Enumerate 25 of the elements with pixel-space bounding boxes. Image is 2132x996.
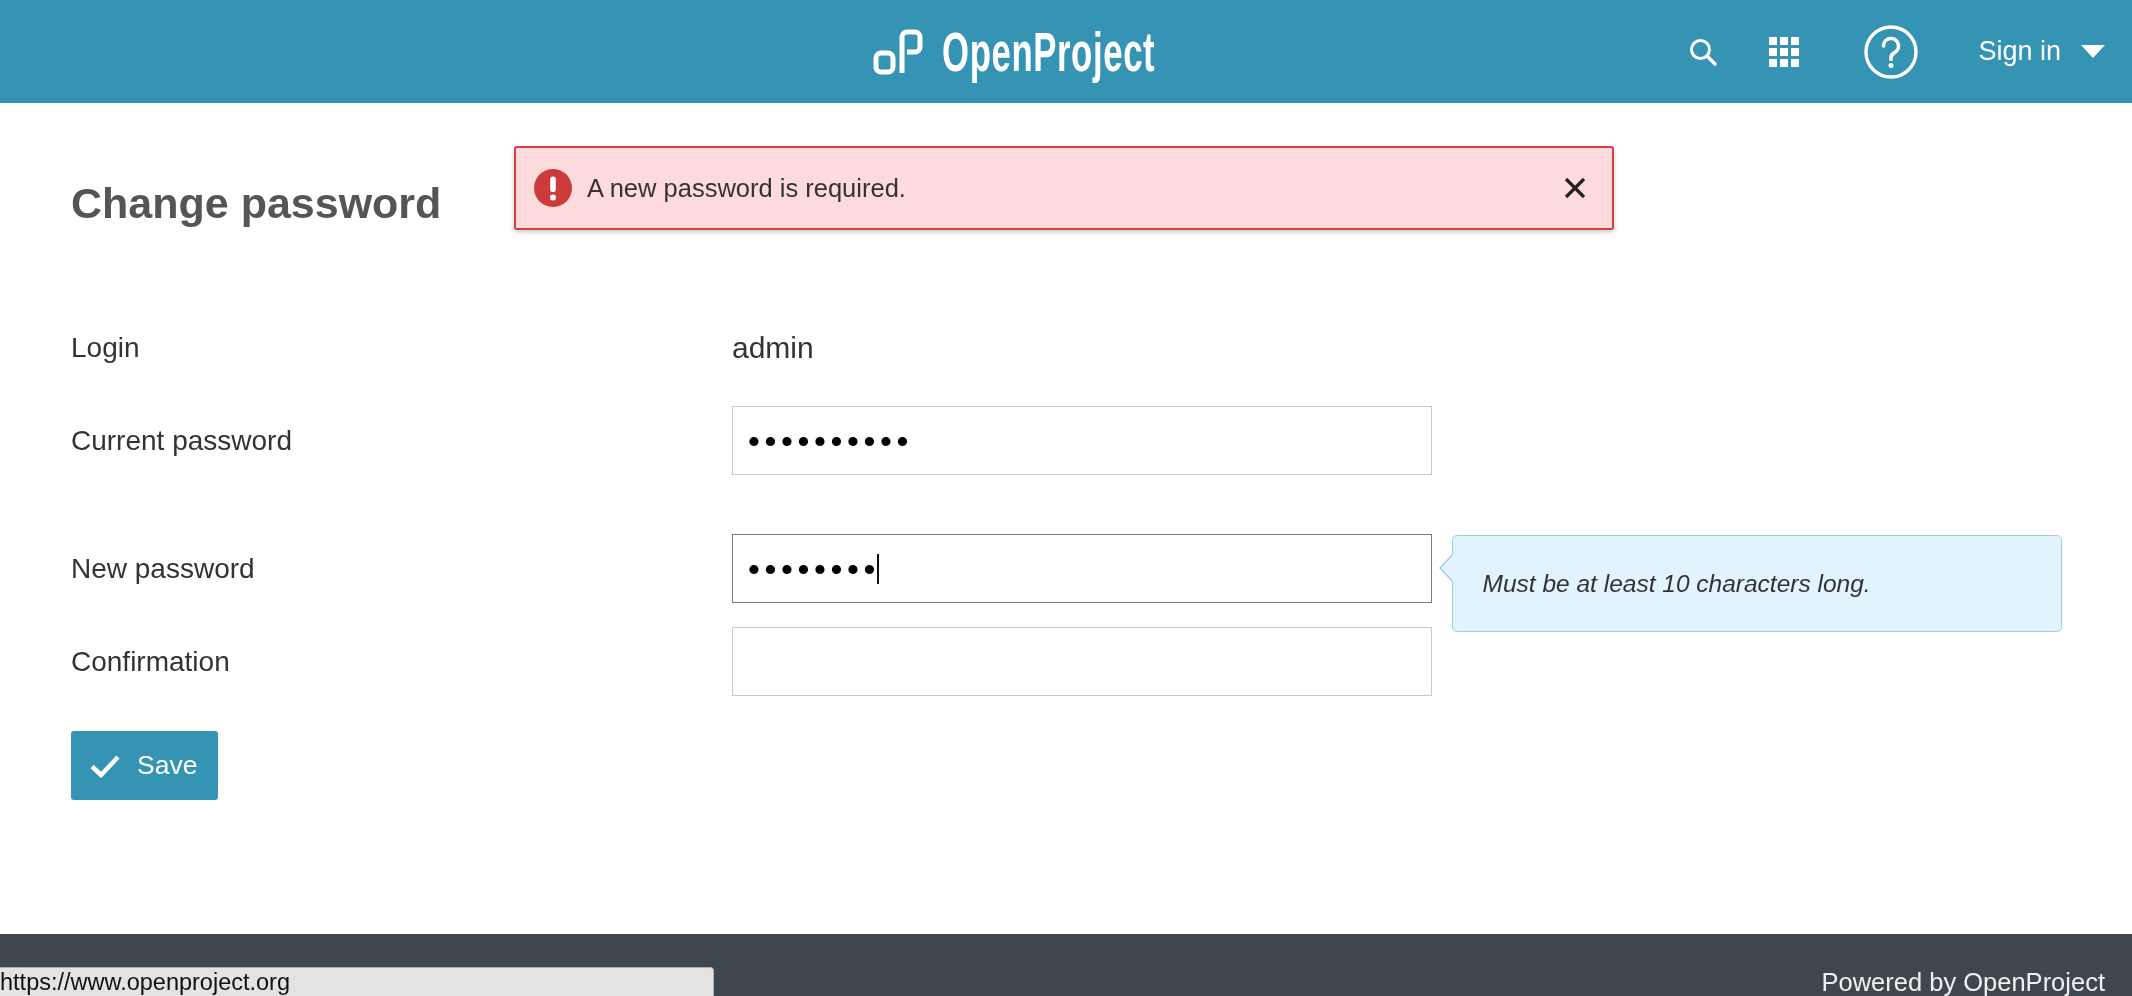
page-title: Change password: [71, 178, 442, 229]
password-field[interactable]: ••••••••••: [732, 406, 1432, 475]
close-button[interactable]: [1562, 175, 1588, 201]
help-icon: [1864, 24, 1919, 79]
logo-mark-icon: [873, 28, 923, 75]
alert-message: A new password is required.: [587, 173, 906, 203]
close-icon: [1564, 177, 1586, 199]
field-label: Login: [71, 331, 140, 364]
text-cursor-icon: [877, 553, 880, 584]
grid-icon: [1769, 36, 1800, 67]
save-button[interactable]: Save: [71, 731, 219, 800]
field-label: Current password: [71, 424, 292, 457]
field-label: Confirmation: [71, 645, 230, 678]
password-field[interactable]: ••••••••: [732, 534, 1432, 603]
login-value: admin: [732, 330, 814, 365]
checkmark-icon: [90, 753, 120, 778]
hint-tooltip: Must be at least 10 characters long.: [1439, 535, 2062, 632]
field-label: New password: [71, 552, 255, 585]
powered-by-text: Powered by OpenProject: [1821, 968, 2105, 996]
error-icon: [534, 169, 572, 207]
search-icon: [1689, 37, 1718, 66]
password-field[interactable]: [732, 627, 1432, 696]
sign-in-menu-button[interactable]: Sign in: [1947, 16, 2132, 87]
caret-icon: [2081, 45, 2105, 58]
link-url-text: https://www.openproject.org: [0, 969, 290, 995]
